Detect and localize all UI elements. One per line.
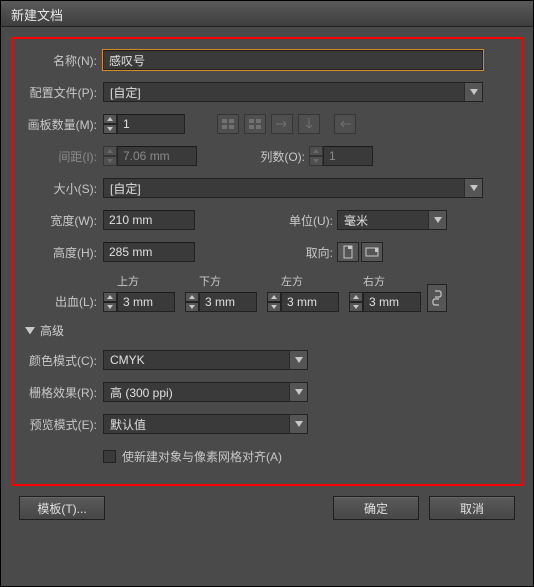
spinner-up-icon[interactable]: [103, 114, 117, 124]
bleed-bottom-spinner[interactable]: [185, 292, 199, 312]
colormode-value: CMYK: [104, 351, 289, 369]
artboards-label: 画板数量(M):: [23, 116, 103, 133]
align-pixel-checkbox[interactable]: [103, 450, 116, 463]
disclosure-triangle-icon: [25, 326, 35, 336]
ok-button[interactable]: 确定: [333, 496, 419, 520]
bleed-bottom-input[interactable]: [199, 292, 257, 312]
bleed-left-input[interactable]: [281, 292, 339, 312]
height-label: 高度(H):: [23, 244, 103, 261]
spinner-down-icon: [309, 156, 323, 166]
advanced-section-header[interactable]: 高级: [25, 322, 511, 339]
spacing-label: 间距(I):: [23, 148, 103, 165]
columns-spinner: [309, 146, 323, 166]
profile-value: [自定]: [104, 82, 464, 103]
advanced-label: 高级: [40, 322, 64, 339]
bleed-left-label: 左方: [267, 273, 339, 289]
window-title: 新建文档: [11, 8, 63, 23]
width-input[interactable]: [103, 210, 195, 230]
preview-dropdown[interactable]: 默认值: [103, 414, 308, 434]
bleed-bottom-label: 下方: [185, 273, 257, 289]
bleed-top-label: 上方: [103, 273, 175, 289]
spacing-input: [117, 146, 197, 166]
arrange-row-icon[interactable]: [271, 114, 293, 134]
titlebar[interactable]: 新建文档: [1, 1, 533, 27]
orientation-landscape-icon[interactable]: [361, 242, 383, 262]
spacing-spinner: [103, 146, 117, 166]
spinner-down-icon[interactable]: [103, 124, 117, 134]
size-label: 大小(S):: [23, 180, 103, 197]
chevron-down-icon: [289, 351, 307, 369]
units-label: 单位(U):: [275, 212, 337, 229]
dialog-content: 名称(N): 配置文件(P): [自定] 画板数量(M):: [1, 27, 533, 530]
link-bleed-icon[interactable]: [427, 284, 447, 312]
grid-by-row-icon[interactable]: [217, 114, 239, 134]
rtl-layout-icon[interactable]: [334, 114, 356, 134]
spinner-down-icon: [103, 156, 117, 166]
highlighted-region: 名称(N): 配置文件(P): [自定] 画板数量(M):: [11, 37, 523, 486]
colormode-label: 颜色模式(C):: [23, 352, 103, 369]
columns-label: 列数(O):: [247, 148, 309, 165]
spinner-up-icon: [103, 146, 117, 156]
name-input[interactable]: [103, 50, 483, 70]
width-label: 宽度(W):: [23, 212, 103, 229]
profile-label: 配置文件(P):: [23, 84, 103, 101]
spinner-up-icon: [309, 146, 323, 156]
columns-input: [323, 146, 373, 166]
preview-label: 预览模式(E):: [23, 416, 103, 433]
raster-label: 栅格效果(R):: [23, 384, 103, 401]
artboard-arrangement: [215, 114, 320, 134]
preview-value: 默认值: [104, 414, 289, 435]
bleed-right-input[interactable]: [363, 292, 421, 312]
templates-button[interactable]: 模板(T)...: [19, 496, 105, 520]
size-dropdown[interactable]: [自定]: [103, 178, 483, 198]
bleed-top-input[interactable]: [117, 292, 175, 312]
chevron-down-icon: [289, 415, 307, 433]
arrange-col-icon[interactable]: [298, 114, 320, 134]
bleed-right-spinner[interactable]: [349, 292, 363, 312]
orient-label: 取向:: [297, 244, 337, 261]
cancel-button[interactable]: 取消: [429, 496, 515, 520]
bleed-right-label: 右方: [349, 273, 421, 289]
new-document-dialog: 新建文档 名称(N): 配置文件(P): [自定] 画板数量(M):: [0, 0, 534, 587]
artboards-spinner[interactable]: [103, 114, 117, 134]
units-dropdown[interactable]: 毫米: [337, 210, 447, 230]
chevron-down-icon: [289, 383, 307, 401]
bleed-top-spinner[interactable]: [103, 292, 117, 312]
bleed-left-spinner[interactable]: [267, 292, 281, 312]
profile-dropdown[interactable]: [自定]: [103, 82, 483, 102]
colormode-dropdown[interactable]: CMYK: [103, 350, 308, 370]
raster-dropdown[interactable]: 高 (300 ppi): [103, 382, 308, 402]
name-label: 名称(N):: [23, 52, 103, 69]
artboards-input[interactable]: [117, 114, 185, 134]
grid-by-col-icon[interactable]: [244, 114, 266, 134]
bleed-label: 出血(L):: [23, 293, 103, 310]
raster-value: 高 (300 ppi): [104, 382, 289, 403]
align-pixel-label: 使新建对象与像素网格对齐(A): [122, 448, 282, 465]
chevron-down-icon: [428, 211, 446, 229]
units-value: 毫米: [338, 210, 428, 231]
chevron-down-icon: [464, 179, 482, 197]
chevron-down-icon: [464, 83, 482, 101]
orientation-portrait-icon[interactable]: [337, 242, 359, 262]
height-input[interactable]: [103, 242, 195, 262]
size-value: [自定]: [104, 178, 464, 199]
